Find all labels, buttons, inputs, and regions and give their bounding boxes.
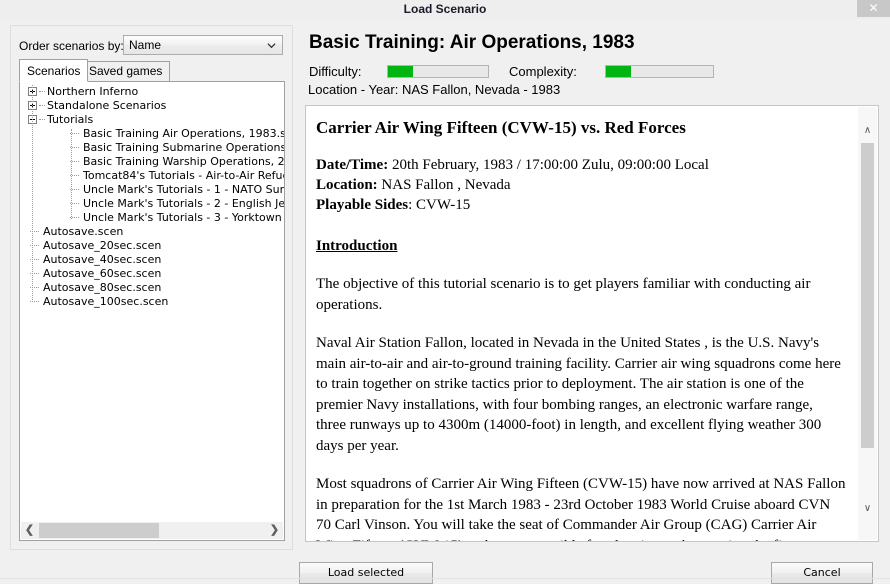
cancel-button[interactable]: Cancel <box>771 562 873 584</box>
close-icon[interactable]: ✕ <box>857 0 890 17</box>
tree-item-label: Autosave.scen <box>43 225 124 238</box>
tree-item[interactable]: Autosave_40sec.scen <box>20 253 284 267</box>
scenario-browser-panel: Order scenarios by: Name Scenarios Saved… <box>10 25 293 550</box>
scroll-right-icon[interactable]: ❯ <box>266 522 283 539</box>
tree-item-label: Tomcat84's Tutorials - Air-to-Air Refue <box>83 169 284 182</box>
briefing-paragraph-3: Most squadrons of Carrier Air Wing Fifte… <box>316 476 846 541</box>
tree-item[interactable]: Tomcat84's Tutorials - Air-to-Air Refue <box>20 169 284 183</box>
tree-item-label: Autosave_40sec.scen <box>43 253 162 266</box>
briefing-location-key: Location: <box>316 177 378 193</box>
tree-item[interactable]: Basic Training Air Operations, 1983.scen <box>20 127 284 141</box>
tree-item-label: Uncle Mark's Tutorials - 1 - NATO Surfa <box>83 183 284 196</box>
briefing-location: Location: NAS Fallon , Nevada <box>316 175 846 195</box>
difficulty-label: Difficulty: <box>309 64 362 79</box>
tree-trunk-line <box>32 85 34 302</box>
tree-item-label: Autosave_80sec.scen <box>43 281 162 294</box>
tree-horizontal-scrollbar[interactable]: ❮ ❯ <box>21 521 283 539</box>
order-scenarios-label: Order scenarios by: <box>19 39 124 53</box>
briefing-vertical-scrollbar[interactable]: ∧ ∨ <box>858 107 877 540</box>
briefing-datetime-key: Date/Time: <box>316 157 389 173</box>
scenario-tree[interactable]: Northern Inferno Standalone Scenarios Tuto… <box>19 81 285 541</box>
tree-connector <box>39 119 45 121</box>
tree-item[interactable]: Tutorials <box>20 113 284 127</box>
tree-item-label: Standalone Scenarios <box>47 99 167 112</box>
tree-item-label: Autosave_20sec.scen <box>43 239 162 252</box>
scenario-tree-items: Northern Inferno Standalone Scenarios Tuto… <box>20 85 284 517</box>
tree-item-label: Basic Training Submarine Operations, 20 <box>83 141 284 154</box>
briefing-sides-value: : CVW-15 <box>408 197 471 213</box>
briefing-sides-key: Playable Sides <box>316 197 409 213</box>
briefing-heading: Carrier Air Wing Fifteen (CVW-15) vs. Re… <box>316 118 686 137</box>
tree-item-label: Northern Inferno <box>47 85 139 98</box>
scenario-title: Basic Training: Air Operations, 1983 <box>309 32 635 53</box>
order-scenarios-value: Name <box>129 38 162 52</box>
tab-saved-games[interactable]: Saved games <box>81 61 171 82</box>
tree-item[interactable]: Autosave.scen <box>20 225 284 239</box>
scenario-meters: Difficulty: Complexity: <box>307 63 877 81</box>
briefing-paragraph-1: The objective of this tutorial scenario … <box>316 276 811 313</box>
briefing-playable-sides: Playable Sides: CVW-15 <box>316 195 846 215</box>
tree-item[interactable]: Uncle Mark's Tutorials - 3 - Yorktown ir <box>20 211 284 225</box>
briefing-document: Carrier Air Wing Fifteen (CVW-15) vs. Re… <box>305 105 879 542</box>
footer-divider <box>0 578 890 579</box>
tree-item-label: Autosave_100sec.scen <box>43 295 169 308</box>
complexity-meter <box>605 65 714 78</box>
briefing-content: Carrier Air Wing Fifteen (CVW-15) vs. Re… <box>306 106 860 541</box>
tree-item-label: Tutorials <box>47 113 94 126</box>
difficulty-meter <box>387 65 489 78</box>
tree-item[interactable]: Autosave_80sec.scen <box>20 281 284 295</box>
briefing-section-heading: Introduction <box>316 238 398 254</box>
window-titlebar: Load Scenario ✕ <box>0 0 890 20</box>
tab-scenarios[interactable]: Scenarios <box>19 59 89 82</box>
tree-item[interactable]: Northern Inferno <box>20 85 284 99</box>
tree-item[interactable]: Autosave_20sec.scen <box>20 239 284 253</box>
difficulty-meter-fill <box>388 66 413 77</box>
window-title: Load Scenario <box>403 2 487 16</box>
complexity-label: Complexity: <box>509 64 577 79</box>
tree-item[interactable]: Autosave_60sec.scen <box>20 267 284 281</box>
tree-item[interactable]: Basic Training Submarine Operations, 20 <box>20 141 284 155</box>
tree-item[interactable]: Autosave_100sec.scen <box>20 295 284 309</box>
complexity-meter-fill <box>606 66 631 77</box>
tree-item-label: Autosave_60sec.scen <box>43 267 162 280</box>
tree-item-label: Uncle Mark's Tutorials - 2 - English Jet <box>83 197 284 210</box>
vertical-scroll-thumb[interactable] <box>861 143 874 448</box>
scroll-left-icon[interactable]: ❮ <box>21 522 38 539</box>
tree-item-label: Uncle Mark's Tutorials - 3 - Yorktown ir <box>83 211 284 224</box>
tree-branch-line <box>71 129 73 219</box>
tree-connector <box>39 105 45 107</box>
briefing-paragraph-2: Naval Air Station Fallon, located in Nev… <box>316 335 841 454</box>
briefing-datetime: Date/Time: 20th February, 1983 / 17:00:0… <box>316 155 846 175</box>
load-selected-button[interactable]: Load selected <box>299 562 433 584</box>
horizontal-scroll-thumb[interactable] <box>39 523 159 538</box>
tree-item[interactable]: Basic Training Warship Operations, 2013 <box>20 155 284 169</box>
scroll-up-icon[interactable]: ∧ <box>858 121 877 140</box>
tree-item[interactable]: Uncle Mark's Tutorials - 1 - NATO Surfa <box>20 183 284 197</box>
tree-item-label: Basic Training Warship Operations, 2013 <box>83 155 284 168</box>
briefing-location-value: NAS Fallon , Nevada <box>377 177 511 193</box>
briefing-datetime-value: 20th February, 1983 / 17:00:00 Zulu, 09:… <box>388 157 709 173</box>
chevron-down-icon <box>267 43 276 49</box>
scroll-down-icon[interactable]: ∨ <box>858 499 877 518</box>
scenario-details-panel: Basic Training: Air Operations, 1983 Dif… <box>303 25 881 550</box>
tree-connector <box>39 91 45 93</box>
dialog-body: Order scenarios by: Name Scenarios Saved… <box>0 19 890 584</box>
tree-item-label: Basic Training Air Operations, 1983.scen <box>83 127 284 140</box>
tree-item[interactable]: Standalone Scenarios <box>20 99 284 113</box>
tree-item[interactable]: Uncle Mark's Tutorials - 2 - English Jet <box>20 197 284 211</box>
location-year-text: Location - Year: NAS Fallon, Nevada - 19… <box>308 82 561 97</box>
order-scenarios-select[interactable]: Name <box>123 35 283 55</box>
